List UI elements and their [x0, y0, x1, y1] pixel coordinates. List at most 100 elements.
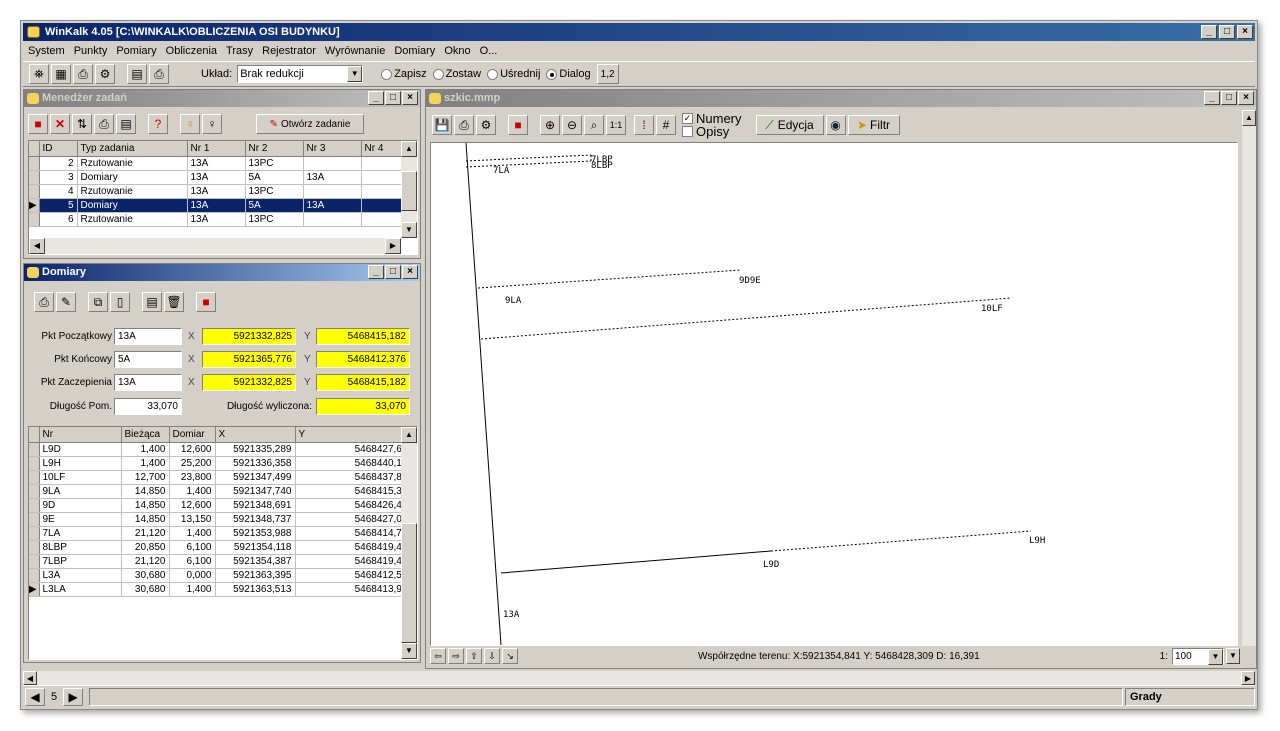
pan-left-icon[interactable]: ⇦ [430, 648, 446, 664]
zoom-in-icon[interactable]: ⊕ [540, 115, 560, 135]
row-pointer-icon[interactable]: ▶ [29, 582, 40, 597]
scroll-thumb[interactable] [401, 171, 417, 211]
minimize-button[interactable]: _ [1204, 91, 1220, 105]
menu-rejestrator[interactable]: Rejestrator [261, 43, 317, 60]
scroll-down-icon[interactable]: ▼ [401, 643, 417, 659]
row-indicator[interactable] [29, 540, 40, 555]
uklad-select[interactable]: Brak redukcji ▼ [237, 65, 364, 83]
menu-system[interactable]: System [27, 43, 66, 60]
menu-pomiary[interactable]: Pomiary [115, 43, 157, 60]
col-biezaca[interactable]: Bieżąca [121, 427, 170, 443]
col-nr3[interactable]: Nr 3 [303, 141, 362, 157]
opisy-checkbox[interactable]: Opisy [682, 125, 742, 138]
maximize-button[interactable]: □ [385, 91, 401, 105]
col-nr[interactable]: Nr [39, 427, 122, 443]
menu-domiary[interactable]: Domiary [393, 43, 436, 60]
table-row[interactable]: L9D 1,400 12,600 5921335,289 5468427,618 [29, 442, 417, 457]
start-point-input[interactable]: 13A [114, 328, 182, 345]
zoom-out-icon[interactable]: ⊖ [562, 115, 582, 135]
maximize-button[interactable]: □ [1221, 91, 1237, 105]
table-row[interactable]: ▶ 5 Domiary 13A 5A 13A [29, 198, 417, 213]
row-indicator[interactable] [29, 442, 40, 457]
main-hscroll[interactable]: ◀ ▶ [23, 671, 1255, 685]
scroll-up-icon[interactable]: ▲ [401, 141, 417, 157]
menu-okno[interactable]: Okno [443, 43, 471, 60]
row-pointer-icon[interactable]: ▶ [29, 198, 40, 213]
bulb-on-icon[interactable]: ♀ [180, 114, 200, 134]
chevron-down-icon[interactable]: ▼ [1208, 648, 1223, 665]
save-icon[interactable]: 💾 [432, 115, 452, 135]
scroll-left-icon[interactable]: ◀ [23, 671, 37, 685]
scroll-down-icon[interactable]: ▼ [401, 222, 417, 238]
row-indicator[interactable] [29, 470, 40, 485]
pan-right-icon[interactable]: ⇨ [448, 648, 464, 664]
chevron-down-icon[interactable]: ▼ [347, 66, 363, 82]
col-id[interactable]: ID [39, 141, 78, 157]
version-button[interactable]: 1,2 [596, 64, 619, 84]
table-row[interactable]: 7LBP 21,120 6,100 5921354,387 5468419,468 [29, 554, 417, 569]
points-icon[interactable]: ⛯ [29, 64, 49, 84]
pencil-icon[interactable]: ✎ [56, 292, 76, 312]
table-row[interactable]: 6 Rzutowanie 13A 13PC [29, 212, 417, 227]
filtr-button[interactable]: ➤ Filtr [847, 115, 900, 135]
row-indicator[interactable] [29, 456, 40, 471]
print-icon[interactable]: ⎙ [34, 292, 54, 312]
measured-length-input[interactable]: 33,070 [114, 398, 182, 415]
calculator-icon[interactable]: ▤ [127, 64, 147, 84]
row-indicator[interactable] [29, 170, 40, 185]
zoom-fit-icon[interactable]: ⌕ [584, 115, 604, 135]
table-row[interactable]: 2 Rzutowanie 13A 13PC [29, 156, 417, 171]
row-indicator[interactable] [29, 498, 40, 513]
col-x[interactable]: X [215, 427, 296, 443]
copy-icon[interactable]: ⧉ [88, 292, 108, 312]
next-task-icon[interactable]: ▶ [63, 687, 84, 706]
col-nr2[interactable]: Nr 2 [245, 141, 304, 157]
scroll-right-icon[interactable]: ▶ [1241, 671, 1255, 685]
sketch-drawing[interactable]: 7LA 7LBP 8LBP 9D9E 9LA 10LF L9D L9H 13A [431, 142, 1237, 646]
row-indicator[interactable] [29, 184, 40, 199]
domiary-vscroll[interactable]: ▲ ▼ [401, 427, 417, 659]
stop-icon[interactable]: ■ [28, 114, 48, 134]
grid-lines-icon[interactable]: # [656, 115, 676, 135]
open-task-button[interactable]: ✎ Otwórz zadanie [256, 114, 364, 134]
table-row[interactable]: 4 Rzutowanie 13A 13PC [29, 184, 417, 199]
calculator-icon[interactable]: ▤ [142, 292, 162, 312]
sketch-vscroll[interactable]: ▲ [1242, 110, 1256, 646]
stop-icon[interactable]: ■ [508, 115, 528, 135]
close-button[interactable]: × [402, 265, 418, 279]
anchor-point-input[interactable]: 13A [114, 374, 182, 391]
table-row[interactable]: 7LA 21,120 1,400 5921353,988 5468414,785 [29, 526, 417, 541]
pan-down-icon[interactable]: ⇩ [484, 648, 500, 664]
scroll-down-icon[interactable]: ▼ [1226, 648, 1240, 664]
col-type[interactable]: Typ zadania [77, 141, 188, 157]
row-indicator[interactable] [29, 512, 40, 527]
stop-icon[interactable]: ■ [196, 292, 216, 312]
table-row[interactable]: 9LA 14,850 1,400 5921347,740 5468415,317 [29, 484, 417, 499]
close-button[interactable]: × [1237, 25, 1253, 39]
sort-icon[interactable]: ⇅ [72, 114, 92, 134]
table-row[interactable]: L9H 1,400 25,200 5921336,358 5468440,173 [29, 456, 417, 471]
trash-icon[interactable]: 🗑 [164, 292, 184, 312]
menu-obliczenia[interactable]: Obliczenia [165, 43, 218, 60]
scroll-up-icon[interactable]: ▲ [1242, 110, 1256, 126]
close-button[interactable]: × [402, 91, 418, 105]
pan-diagonal-icon[interactable]: ↘ [502, 648, 518, 664]
menu-punkty[interactable]: Punkty [73, 43, 109, 60]
print-icon[interactable]: ⎙ [73, 64, 93, 84]
table-row[interactable]: 3 Domiary 13A 5A 13A [29, 170, 417, 185]
print-icon[interactable]: ⎙ [94, 114, 114, 134]
row-indicator[interactable] [29, 156, 40, 171]
settings-icon[interactable]: ⚙ [95, 64, 115, 84]
col-nr1[interactable]: Nr 1 [187, 141, 246, 157]
calculator-icon[interactable]: ▤ [116, 114, 136, 134]
table-row[interactable]: ▶ L3LA 30,680 1,400 5921363,513 5468413,974 [29, 582, 417, 597]
task-vscroll[interactable]: ▲ ▼ [401, 141, 417, 238]
minimize-button[interactable]: _ [368, 91, 384, 105]
close-button[interactable]: × [1238, 91, 1254, 105]
end-point-input[interactable]: 5A [114, 351, 182, 368]
table-row[interactable]: 10LF 12,700 23,800 5921347,499 5468437,819 [29, 470, 417, 485]
delete-icon[interactable]: ✕ [50, 114, 70, 134]
radio-usrednij[interactable]: Uśrednij [487, 68, 540, 80]
scroll-thumb[interactable] [401, 523, 417, 643]
table-row[interactable]: 9D 14,850 12,600 5921348,691 5468426,477 [29, 498, 417, 513]
